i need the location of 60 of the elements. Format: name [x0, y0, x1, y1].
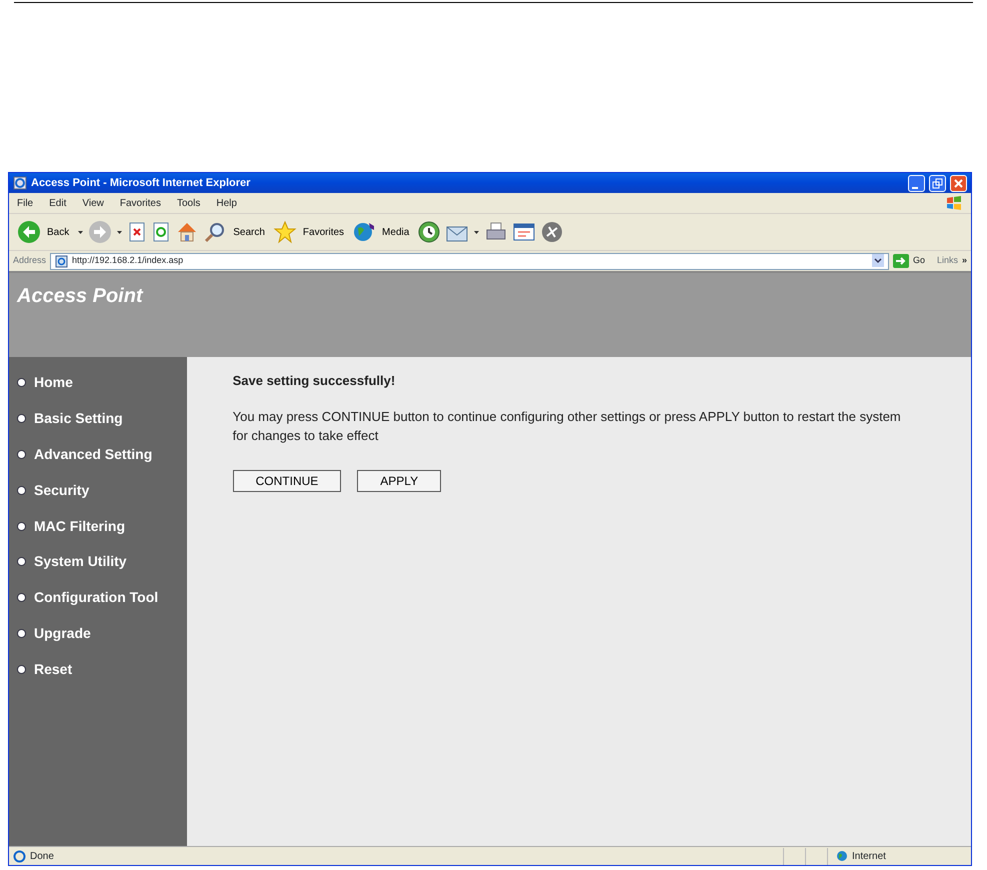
go-icon[interactable] — [892, 254, 909, 268]
action-button[interactable]: APPLY — [357, 470, 442, 492]
status-text: Done — [30, 850, 54, 864]
address-field[interactable]: http://192.168.2.1/index.asp — [50, 252, 889, 270]
star-icon[interactable] — [272, 220, 297, 244]
search-button[interactable]: Search — [231, 224, 269, 240]
minimize-icon — [912, 186, 918, 188]
bullet-icon — [17, 664, 26, 674]
bullet-icon — [17, 522, 26, 531]
menu-item[interactable]: Tools — [176, 196, 200, 210]
sidebar-link[interactable]: System Utility — [17, 544, 179, 580]
success-heading: Save setting successfully! — [232, 372, 396, 390]
menu-item[interactable]: View — [82, 196, 104, 210]
page-title: Access Point — [17, 284, 143, 309]
close-button[interactable] — [950, 174, 967, 192]
sidebar-link[interactable]: Configuration Tool — [17, 580, 179, 616]
caret-icon[interactable] — [473, 229, 480, 235]
menu-item[interactable]: File — [17, 196, 34, 210]
sidebar-link[interactable]: Advanced Setting — [17, 436, 179, 472]
menu-item[interactable]: Edit — [49, 196, 66, 210]
bullet-icon — [17, 628, 26, 638]
sidebar-link[interactable]: Upgrade — [17, 616, 179, 652]
chevron-button[interactable]: » — [962, 254, 967, 268]
caret-icon[interactable] — [116, 229, 124, 235]
stop-icon[interactable] — [127, 221, 148, 243]
bullet-icon — [17, 593, 26, 602]
bullet-icon — [17, 557, 26, 566]
restore-icon — [930, 176, 945, 192]
sidebar-link[interactable]: Reset — [17, 651, 179, 688]
globe-icon[interactable] — [352, 220, 376, 244]
go-button[interactable]: Go — [912, 254, 925, 268]
restore-button[interactable] — [929, 174, 946, 192]
bullet-icon — [17, 450, 26, 459]
bullet-icon — [17, 486, 26, 495]
refresh-icon[interactable] — [151, 221, 172, 243]
address-url: http://192.168.2.1/index.asp — [72, 254, 184, 268]
bullet-icon — [17, 414, 26, 424]
links-button[interactable]: Links — [936, 254, 958, 268]
back-button[interactable]: Back — [45, 224, 74, 240]
sidebar-link[interactable]: MAC Filtering — [17, 508, 179, 544]
sidebar-link[interactable]: Home — [17, 365, 179, 401]
page-icon — [55, 254, 68, 268]
windows-logo[interactable] — [945, 195, 963, 211]
favorites-button[interactable]: Favorites — [300, 224, 348, 240]
bullet-icon — [17, 378, 26, 388]
globe-icon — [836, 850, 848, 862]
action-button[interactable]: CONTINUE — [232, 470, 342, 492]
sidebar-link[interactable]: Security — [17, 472, 179, 508]
minimize-button[interactable] — [908, 174, 925, 192]
sidebar-link[interactable]: Basic Setting — [17, 400, 179, 437]
zone-text: Internet — [852, 850, 886, 864]
menu-item[interactable]: Help — [216, 196, 237, 210]
back-icon[interactable] — [17, 220, 41, 244]
dropdown-icon[interactable] — [872, 254, 884, 268]
window-title: Access Point - Microsoft Internet Explorer — [31, 176, 250, 191]
menu-item[interactable]: Favorites — [120, 196, 161, 210]
address-label: Address — [13, 254, 46, 268]
message-text: You may press CONTINUE button to continue configuring other settings or press APPLY button to restart the system for changes to take effect — [232, 408, 902, 445]
media-button[interactable]: Media — [380, 224, 414, 240]
caret-icon[interactable] — [77, 229, 84, 235]
